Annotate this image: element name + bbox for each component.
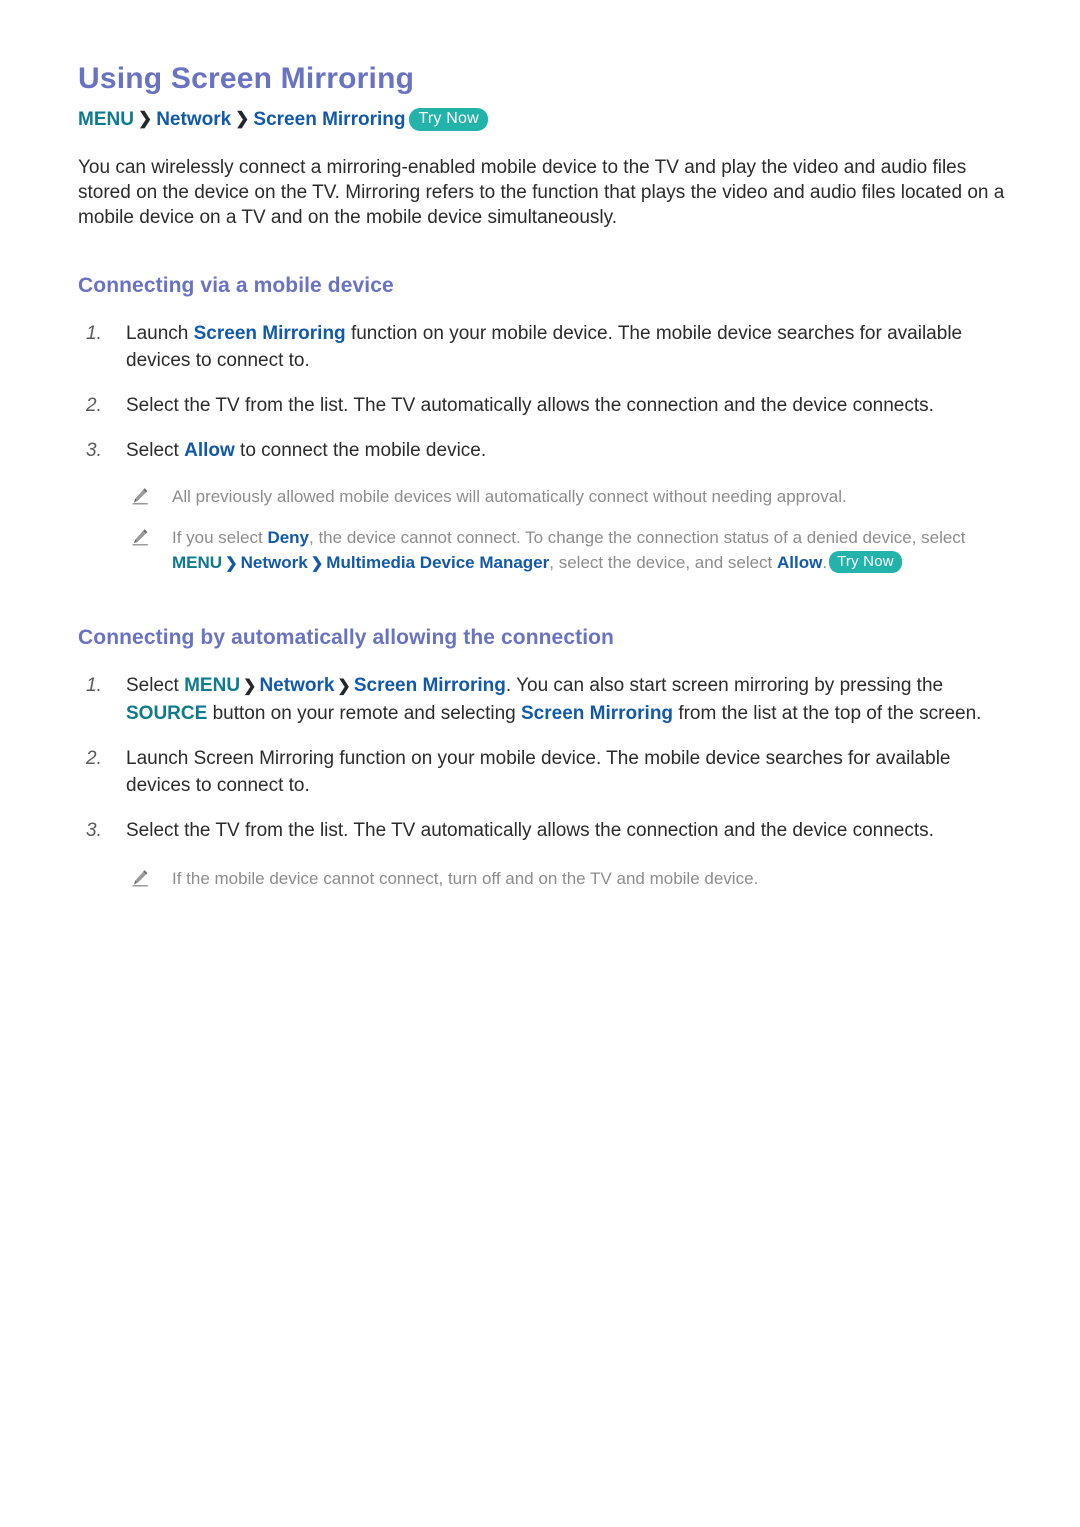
section-heading-connecting-via-mobile-device: Connecting via a mobile device: [78, 273, 394, 297]
inline-link-allow[interactable]: Allow: [777, 553, 822, 572]
breadcrumb-item-menu[interactable]: MENU: [78, 109, 134, 130]
inline-link-network[interactable]: Network: [241, 553, 308, 572]
list-item: 2. Select the TV from the list. The TV au…: [78, 392, 1014, 419]
chevron-right-icon: ❯: [337, 677, 351, 695]
inline-link-screen-mirroring[interactable]: Screen Mirroring: [354, 675, 506, 696]
chevron-right-icon: ❯: [310, 554, 324, 572]
step-text-pre: Select: [126, 439, 185, 461]
chevron-right-icon: ❯: [235, 108, 250, 128]
step-text-p2: . You can also start screen mirroring by…: [505, 674, 944, 696]
list-item: 3. Select the TV from the list. The TV au…: [78, 817, 1014, 844]
note-text-part3: , select the device, and select: [549, 552, 778, 572]
step-text-p3: button on your remote and selecting: [207, 702, 521, 724]
inline-link-network[interactable]: Network: [259, 675, 334, 696]
section-heading-connecting-automatically: Connecting by automatically allowing the…: [78, 625, 614, 649]
steps-list-section2: 1. Select MENU ❯ Network ❯ Screen Mirroring. …: [78, 672, 1014, 844]
notes-list-section1: All previously allowed mobile devices wi…: [120, 484, 1014, 576]
breadcrumb: MENU ❯ Network ❯ Screen Mirroring Try Now: [78, 107, 1014, 133]
pencil-icon: [130, 486, 150, 506]
note-text-part4: .: [822, 552, 828, 572]
inline-link-source[interactable]: SOURCE: [126, 703, 207, 724]
note-text: If the mobile device cannot connect, tur…: [172, 868, 759, 888]
step-number: 3.: [86, 439, 102, 461]
step-text-p1: Select: [126, 674, 185, 696]
step-text: Launch Screen Mirroring function on your…: [126, 747, 951, 796]
list-item: 3. Select Allow to connect the mobile dev…: [78, 437, 1014, 464]
step-text: Select the TV from the list. The TV auto…: [126, 819, 934, 841]
chevron-right-icon: ❯: [225, 554, 238, 572]
list-item: If the mobile device cannot connect, tur…: [120, 866, 1014, 891]
step-number: 3.: [86, 819, 102, 841]
inline-link-screen-mirroring[interactable]: Screen Mirroring: [194, 323, 346, 344]
inline-link-menu[interactable]: MENU: [184, 675, 240, 696]
chevron-right-icon: ❯: [137, 108, 153, 128]
step-number: 1.: [86, 322, 102, 344]
step-text-pre: Launch: [126, 322, 194, 344]
note-text: All previously allowed mobile devices wi…: [172, 486, 847, 506]
try-now-badge[interactable]: Try Now: [409, 107, 488, 131]
step-number: 2.: [86, 394, 102, 416]
list-item: If you select Deny, the device cannot co…: [120, 525, 1014, 576]
note-text-part2: , the device cannot connect. To change t…: [309, 527, 966, 547]
inline-link-menu[interactable]: MENU: [172, 553, 222, 572]
note-text-part1: If you select: [172, 527, 268, 547]
chevron-right-icon: ❯: [243, 677, 257, 695]
step-number: 1.: [86, 674, 102, 696]
inline-link-allow[interactable]: Allow: [184, 440, 235, 461]
inline-link-deny[interactable]: Deny: [267, 528, 309, 547]
list-item: 1. Launch Screen Mirroring function on yo…: [78, 320, 1014, 374]
step-number: 2.: [86, 747, 102, 769]
document-page: Using Screen Mirroring MENU ❯ Network ❯ Scre…: [0, 0, 1080, 1527]
list-item: 1. Select MENU ❯ Network ❯ Screen Mirroring. …: [78, 672, 1014, 727]
step-text: Select the TV from the list. The TV auto…: [126, 394, 934, 416]
try-now-badge[interactable]: Try Now: [829, 550, 902, 573]
pencil-icon: [130, 868, 150, 888]
list-item: 2. Launch Screen Mirroring function on yo…: [78, 745, 1014, 799]
breadcrumb-item-screen-mirroring[interactable]: Screen Mirroring: [253, 109, 405, 130]
pencil-icon: [130, 527, 150, 547]
breadcrumb-item-network[interactable]: Network: [156, 109, 231, 130]
page-title: Using Screen Mirroring: [78, 62, 415, 95]
step-text-p4: from the list at the top of the screen.: [673, 702, 982, 724]
steps-list-section1: 1. Launch Screen Mirroring function on yo…: [78, 320, 1014, 464]
inline-link-screen-mirroring[interactable]: Screen Mirroring: [521, 703, 673, 724]
step-text-post: to connect the mobile device.: [234, 439, 487, 461]
inline-link-multimedia-device-manager[interactable]: Multimedia Device Manager: [326, 553, 549, 572]
list-item: All previously allowed mobile devices wi…: [120, 484, 1014, 509]
notes-list-section2: If the mobile device cannot connect, tur…: [120, 866, 1014, 891]
intro-paragraph: You can wirelessly connect a mirroring-e…: [78, 156, 1005, 228]
